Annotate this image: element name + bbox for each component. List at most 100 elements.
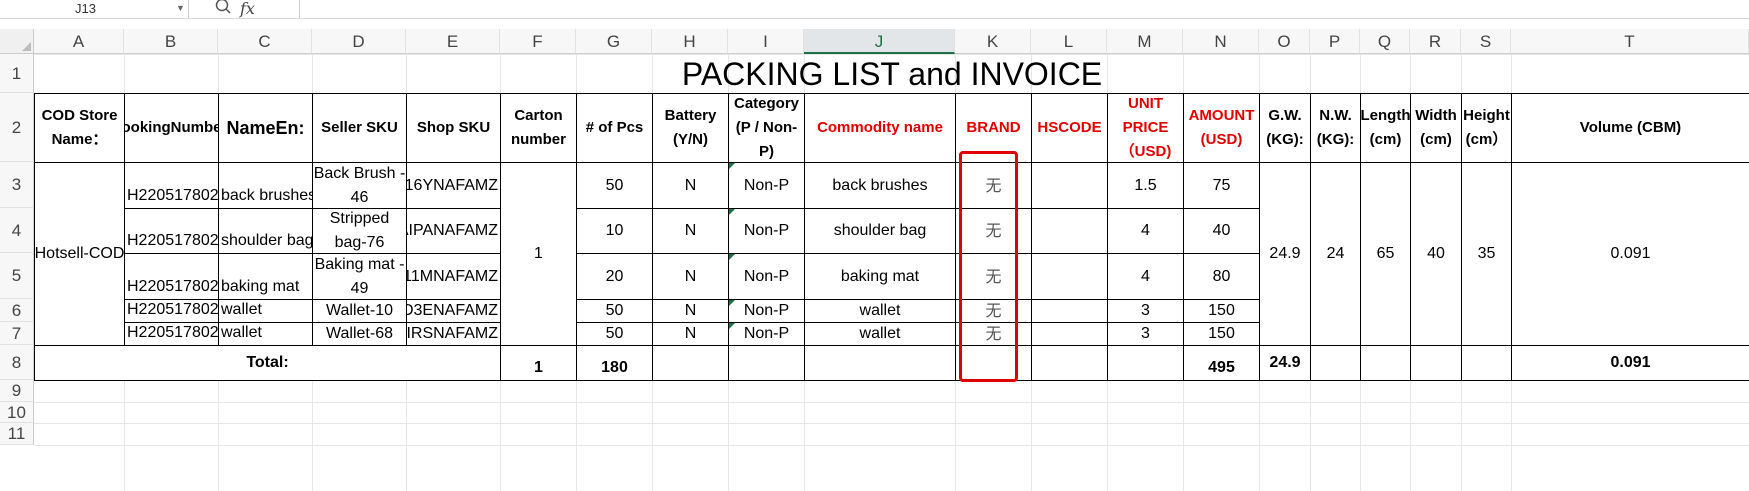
pcs-cell[interactable]: 50 <box>576 299 653 323</box>
total-empty-cell[interactable] <box>1410 345 1462 381</box>
column-header-h[interactable]: H <box>652 29 728 54</box>
chevron-down-icon[interactable]: ▼ <box>176 3 185 13</box>
row-header-6[interactable]: 6 <box>0 299 34 322</box>
total-empty-cell[interactable] <box>804 345 956 381</box>
commodity-name-cell[interactable]: wallet <box>804 299 956 323</box>
seller-sku-cell[interactable]: Stripped bag-76 <box>312 208 407 254</box>
column-header-e[interactable]: E <box>406 29 500 54</box>
header-f[interactable]: Carton number <box>500 93 577 163</box>
header-c[interactable]: NameEn: <box>218 93 313 163</box>
zoom-icon[interactable] <box>214 0 234 14</box>
total-empty-cell[interactable] <box>728 345 805 381</box>
header-g[interactable]: # of Pcs <box>576 93 653 163</box>
category-cell[interactable]: Non-P <box>728 253 805 300</box>
volume-cell[interactable]: 0.091 <box>1511 162 1749 346</box>
commodity-name-cell[interactable]: back brushes <box>804 162 956 209</box>
column-header-r[interactable]: R <box>1410 29 1461 54</box>
header-o[interactable]: G.W. (KG): <box>1259 93 1311 163</box>
header-t[interactable]: Volume (CBM) <box>1511 93 1749 163</box>
row-header-2[interactable]: 2 <box>0 93 34 162</box>
battery-cell[interactable]: N <box>652 299 729 323</box>
commodity-name-cell[interactable]: baking mat <box>804 253 956 300</box>
commodity-name-cell[interactable]: wallet <box>804 322 956 346</box>
column-header-g[interactable]: G <box>576 29 652 54</box>
total-cartons-cell[interactable]: 1 <box>500 345 577 381</box>
column-header-q[interactable]: Q <box>1360 29 1410 54</box>
row-header-10[interactable]: 10 <box>0 402 34 423</box>
column-header-o[interactable]: O <box>1259 29 1310 54</box>
hscode-cell[interactable] <box>1031 162 1108 209</box>
column-header-j[interactable]: J <box>804 29 955 54</box>
column-header-i[interactable]: I <box>728 29 804 54</box>
category-cell[interactable]: Non-P <box>728 322 805 346</box>
sheet-title[interactable]: PACKING LIST and INVOICE <box>34 54 1749 94</box>
column-header-m[interactable]: M <box>1107 29 1183 54</box>
name-en-cell[interactable]: shoulder bag <box>218 208 313 254</box>
carton-number-cell[interactable]: 1 <box>500 162 577 346</box>
commodity-name-cell[interactable]: shoulder bag <box>804 208 956 254</box>
column-header-f[interactable]: F <box>500 29 576 54</box>
name-box[interactable]: J13 ▼ <box>0 0 189 18</box>
booking-number-cell[interactable]: H2205178026 <box>124 162 219 209</box>
header-l[interactable]: HSCODE <box>1031 93 1108 163</box>
length-cell[interactable]: 65 <box>1360 162 1411 346</box>
row-header-11[interactable]: 11 <box>0 423 34 445</box>
hscode-cell[interactable] <box>1031 299 1108 323</box>
store-name-cell[interactable]: Hotsell-COD <box>34 162 125 346</box>
total-empty-cell[interactable] <box>1310 345 1361 381</box>
booking-number-cell[interactable]: H2205178026 <box>124 253 219 300</box>
hscode-cell[interactable] <box>1031 253 1108 300</box>
row-header-8[interactable]: 8 <box>0 345 34 380</box>
unit-price-cell[interactable]: 3 <box>1107 322 1184 346</box>
amount-cell[interactable]: 75 <box>1183 162 1260 209</box>
column-header-p[interactable]: P <box>1310 29 1360 54</box>
header-s[interactable]: Height (cm） <box>1461 93 1512 163</box>
row-header-3[interactable]: 3 <box>0 162 34 208</box>
seller-sku-cell[interactable]: Wallet-68 <box>312 322 407 346</box>
gross-weight-cell[interactable]: 24.9 <box>1259 162 1311 346</box>
column-header-c[interactable]: C <box>218 29 312 54</box>
header-j[interactable]: Commodity name <box>804 93 956 163</box>
name-en-cell[interactable]: wallet <box>218 299 313 323</box>
booking-number-cell[interactable]: H2205178026 <box>124 299 219 323</box>
seller-sku-cell[interactable]: Wallet-10 <box>312 299 407 323</box>
battery-cell[interactable]: N <box>652 208 729 254</box>
category-cell[interactable]: Non-P <box>728 208 805 254</box>
header-b[interactable]: BookingNumber: <box>124 93 219 163</box>
pcs-cell[interactable]: 10 <box>576 208 653 254</box>
column-header-l[interactable]: L <box>1031 29 1107 54</box>
unit-price-cell[interactable]: 4 <box>1107 253 1184 300</box>
pcs-cell[interactable]: 20 <box>576 253 653 300</box>
row-header-1[interactable]: 1 <box>0 54 34 93</box>
shop-sku-cell[interactable]: XCD3ENAFAMZ <box>406 299 501 323</box>
battery-cell[interactable]: N <box>652 162 729 209</box>
select-all-corner[interactable] <box>0 29 34 54</box>
header-e[interactable]: Shop SKU <box>406 93 501 163</box>
amount-cell[interactable]: 40 <box>1183 208 1260 254</box>
booking-number-cell[interactable]: H2205178026 <box>124 208 219 254</box>
unit-price-cell[interactable]: 4 <box>1107 208 1184 254</box>
column-header-d[interactable]: D <box>312 29 406 54</box>
shop-sku-cell[interactable]: EE11MNAFAMZ <box>406 253 501 300</box>
total-gw-cell[interactable]: 24.9 <box>1259 345 1311 381</box>
column-header-t[interactable]: T <box>1511 29 1749 54</box>
total-empty-cell[interactable] <box>1360 345 1411 381</box>
battery-cell[interactable]: N <box>652 253 729 300</box>
column-header-n[interactable]: N <box>1183 29 1259 54</box>
shop-sku-cell[interactable]: 4AIPANAFAMZ <box>406 208 501 254</box>
amount-cell[interactable]: 150 <box>1183 322 1260 346</box>
total-amount-cell[interactable]: 495 <box>1183 345 1260 381</box>
header-m[interactable]: UNIT PRICE （USD) <box>1107 93 1184 163</box>
hscode-cell[interactable] <box>1031 322 1108 346</box>
total-label-cell[interactable]: Total: <box>34 345 501 381</box>
total-empty-cell[interactable] <box>1107 345 1184 381</box>
row-header-7[interactable]: 7 <box>0 322 34 345</box>
header-h[interactable]: Battery (Y/N) <box>652 93 729 163</box>
name-en-cell[interactable]: baking mat <box>218 253 313 300</box>
total-volume-cell[interactable]: 0.091 <box>1511 345 1749 381</box>
pcs-cell[interactable]: 50 <box>576 162 653 209</box>
header-r[interactable]: Width (cm) <box>1410 93 1462 163</box>
net-weight-cell[interactable]: 24 <box>1310 162 1361 346</box>
battery-cell[interactable]: N <box>652 322 729 346</box>
column-header-a[interactable]: A <box>34 29 124 54</box>
